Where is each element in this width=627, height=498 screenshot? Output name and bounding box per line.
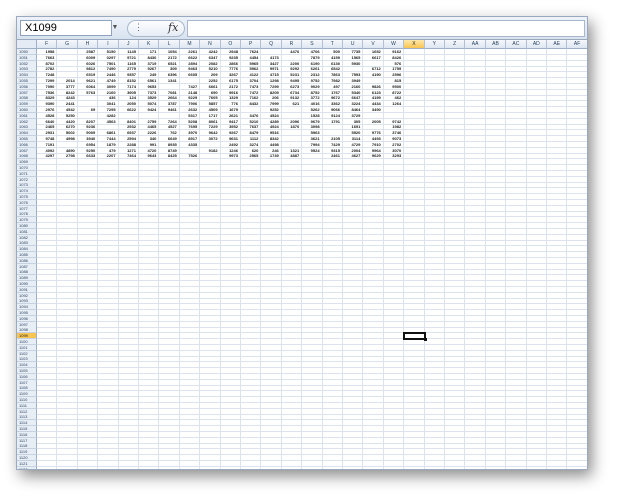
column-header-ae[interactable]: AE	[547, 40, 568, 49]
column-header-n[interactable]: N	[200, 40, 221, 49]
column-header-l[interactable]: L	[159, 40, 180, 49]
column-header-o[interactable]: O	[220, 40, 241, 49]
cell[interactable]	[302, 466, 323, 469]
column-header-x[interactable]: X	[404, 40, 425, 49]
cell[interactable]	[363, 466, 384, 469]
column-header-r[interactable]: R	[281, 40, 303, 49]
column-header-s[interactable]: S	[302, 40, 323, 49]
column-header-m[interactable]: M	[179, 40, 201, 49]
cell[interactable]	[241, 466, 262, 469]
column-header-q[interactable]: Q	[261, 40, 282, 49]
cell[interactable]	[78, 466, 99, 469]
column-header-af[interactable]: AF	[567, 40, 587, 49]
column-header-ab[interactable]: AB	[485, 40, 507, 49]
cell[interactable]	[445, 466, 466, 469]
cell[interactable]	[343, 466, 364, 469]
name-box[interactable]: X1099	[20, 20, 112, 36]
formula-controls: ⋮ fx	[127, 20, 185, 37]
cell[interactable]	[465, 466, 486, 469]
column-header-i[interactable]: I	[98, 40, 119, 49]
column-header-h[interactable]: H	[77, 40, 99, 49]
cell[interactable]	[37, 466, 58, 469]
column-header-z[interactable]: Z	[445, 40, 466, 49]
cell[interactable]	[98, 466, 119, 469]
cell[interactable]	[567, 466, 587, 469]
column-header-k[interactable]: K	[139, 40, 160, 49]
cell[interactable]	[119, 466, 139, 469]
column-header-u[interactable]: U	[343, 40, 364, 49]
cell[interactable]	[404, 466, 425, 469]
row-header[interactable]: 1122	[17, 466, 37, 469]
column-header-g[interactable]: G	[57, 40, 78, 49]
cell[interactable]	[527, 466, 547, 469]
cell[interactable]	[323, 466, 343, 469]
cell[interactable]	[384, 466, 405, 469]
column-header-p[interactable]: P	[241, 40, 262, 49]
insert-function-button[interactable]: fx	[168, 20, 178, 36]
select-all-corner[interactable]	[17, 40, 37, 49]
column-header-ac[interactable]: AC	[506, 40, 527, 49]
cell[interactable]	[221, 466, 241, 469]
spreadsheet-window: X1099 ▼ ⋮ fx F G H I J K L M N O P Q R S T U V W X Y Z AA AB AC…	[16, 16, 588, 470]
cell[interactable]	[486, 466, 507, 469]
cell[interactable]	[261, 466, 282, 469]
cell[interactable]	[200, 466, 221, 469]
column-header-ad[interactable]: AD	[526, 40, 547, 49]
cell[interactable]	[506, 466, 527, 469]
cell[interactable]	[57, 466, 78, 469]
active-cell-selection[interactable]	[403, 332, 427, 341]
column-header-t[interactable]: T	[322, 40, 343, 49]
name-box-dropdown-icon[interactable]: ▼	[110, 21, 120, 34]
grip-dots-icon: ⋮	[134, 22, 143, 32]
column-header-f[interactable]: F	[37, 40, 58, 49]
cell[interactable]	[282, 466, 303, 469]
column-header-v[interactable]: V	[363, 40, 384, 49]
cell[interactable]	[139, 466, 160, 469]
cell[interactable]	[547, 466, 568, 469]
formula-input[interactable]	[187, 20, 585, 37]
column-header-j[interactable]: J	[118, 40, 139, 49]
cell[interactable]	[425, 466, 445, 469]
column-header-y[interactable]: Y	[424, 40, 445, 49]
column-header-w[interactable]: W	[383, 40, 405, 49]
column-header-aa[interactable]: AA	[465, 40, 486, 49]
formula-bar-row: X1099 ▼ ⋮ fx	[17, 17, 587, 40]
cell[interactable]	[159, 466, 180, 469]
cell[interactable]	[180, 466, 201, 469]
